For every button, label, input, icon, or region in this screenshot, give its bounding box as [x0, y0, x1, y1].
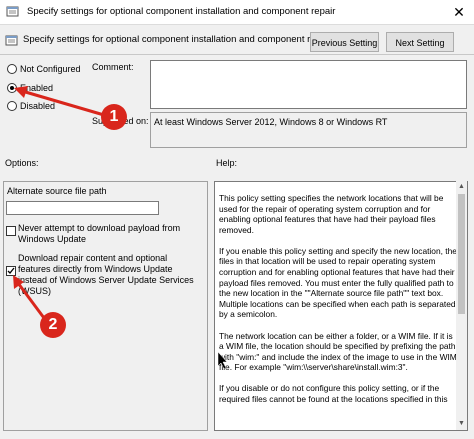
annotation-marker-2: 2	[40, 312, 66, 338]
annotation-marker-1: 1	[101, 104, 127, 130]
arrow-1-line	[21, 89, 105, 117]
arrow-2-line	[16, 282, 46, 319]
arrow-1-head	[14, 86, 28, 98]
annotation-arrows	[13, 86, 228, 370]
mouse-cursor-icon	[217, 351, 228, 370]
